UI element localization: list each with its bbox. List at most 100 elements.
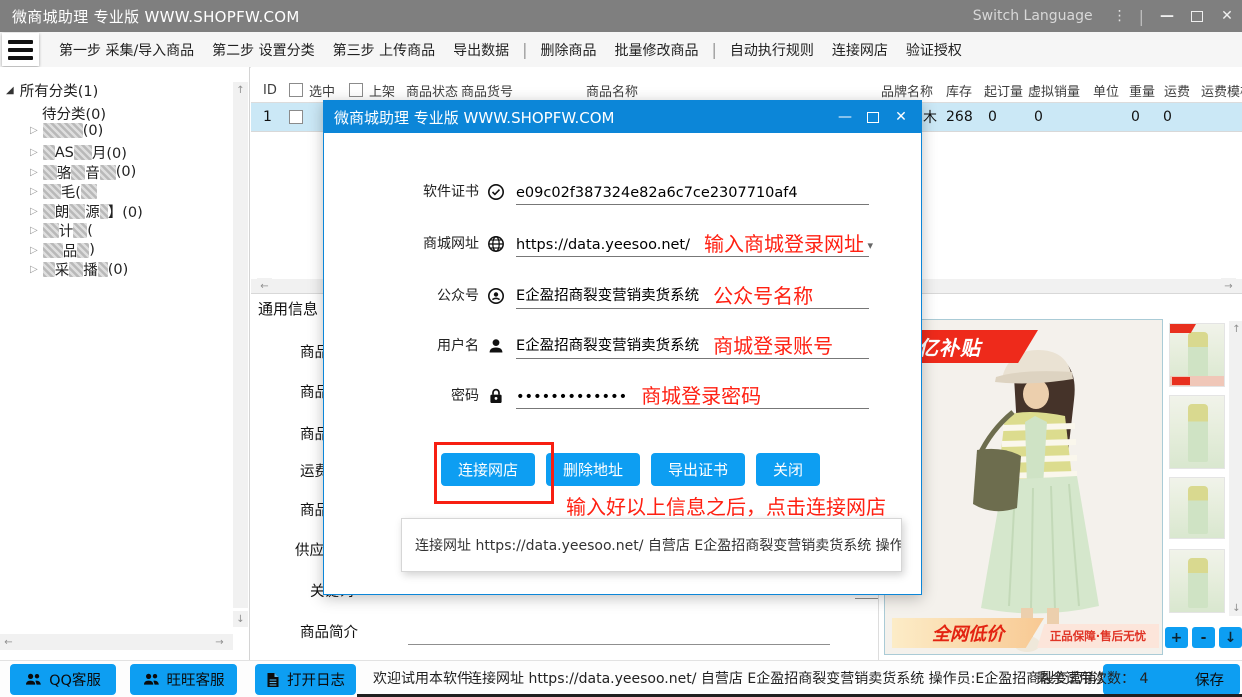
tree-item[interactable]: ▷(0) — [30, 123, 103, 139]
thumbs-scroll-down-icon[interactable]: ↓ — [1229, 600, 1242, 616]
tree-item[interactable]: 待分类(0) — [42, 103, 106, 124]
collapse-arrow-icon[interactable]: ▷ — [30, 186, 38, 197]
tree-item[interactable]: ▷计( — [30, 220, 93, 241]
dialog-titlebar[interactable]: 微商城助理 专业版 WWW.SHOPFW.COM — ✕ — [324, 101, 921, 133]
tree-item[interactable]: ▷AS月(0) — [30, 142, 127, 163]
menu-item[interactable]: 第一步 采集/导入商品 — [50, 40, 203, 60]
tree-scroll-right-icon[interactable]: → — [212, 634, 227, 650]
column-header[interactable]: 商品货号 — [461, 78, 513, 102]
column-header-label: 商品名称 — [586, 81, 638, 100]
dropdown-caret-icon[interactable]: ▾ — [867, 239, 873, 252]
menu-item[interactable]: 删除商品 — [531, 40, 605, 60]
maximize-button[interactable] — [1182, 0, 1212, 32]
menu-item[interactable]: 批量修改商品 — [605, 40, 707, 60]
column-header-label: 单位 — [1093, 81, 1119, 100]
thumbnail[interactable] — [1169, 549, 1225, 613]
tree-vscrollbar[interactable] — [233, 98, 248, 608]
lowest-price-label: 全网低价 — [932, 620, 1004, 646]
thumbnail[interactable] — [1169, 395, 1225, 469]
tree-hscrollbar[interactable] — [0, 634, 233, 650]
tree-item[interactable]: ▷朗源】(0) — [30, 201, 143, 222]
username-input[interactable]: E企盈招商裂变营销卖货系统商城登录账号 — [516, 332, 869, 359]
menu-item[interactable]: 第二步 设置分类 — [203, 40, 323, 60]
password-input[interactable]: •••••••••••••商城登录密码 — [516, 382, 869, 409]
thumbnail[interactable] — [1169, 323, 1225, 387]
tree-item-label: ( — [87, 223, 93, 239]
tree-item[interactable]: ▷采播(0) — [30, 259, 128, 280]
column-header[interactable]: 起订量 — [984, 78, 1023, 102]
tab-general-info[interactable]: 通用信息 — [258, 298, 318, 319]
export-certificate-button[interactable]: 导出证书 — [651, 453, 745, 486]
more-options-icon[interactable]: ⋮ — [1109, 8, 1131, 24]
tree-root-all-categories[interactable]: ◢ 所有分类(1) — [6, 80, 98, 101]
menu-item[interactable]: 导出数据 — [444, 40, 518, 60]
tree-item[interactable]: ▷品) — [30, 240, 95, 261]
column-header[interactable]: 重量 — [1129, 78, 1155, 102]
public-account-input[interactable]: E企盈招商裂变营销卖货系统公众号名称 — [516, 282, 869, 309]
collapse-arrow-icon[interactable]: ▷ — [30, 245, 38, 256]
column-header[interactable]: 品牌名称 — [881, 78, 933, 102]
header-checkbox[interactable] — [289, 83, 303, 97]
collapse-arrow-icon[interactable]: ▷ — [30, 225, 38, 236]
column-header[interactable]: 商品名称 — [586, 78, 638, 102]
open-log-button[interactable]: 打开日志 — [255, 664, 356, 695]
censored-text — [73, 223, 87, 238]
wangwang-service-button[interactable]: 旺旺客服 — [130, 664, 237, 695]
close-button[interactable]: ✕ — [1212, 0, 1242, 32]
column-header[interactable]: 运费 — [1164, 78, 1190, 102]
dialog-minimize-button[interactable]: — — [831, 101, 859, 133]
table-scroll-left-icon[interactable]: ← — [257, 278, 272, 294]
menu-item[interactable]: 验证授权 — [897, 40, 971, 60]
collapse-arrow-icon[interactable]: ▷ — [30, 206, 38, 217]
row-checkbox[interactable] — [289, 110, 303, 124]
dialog-maximize-button[interactable] — [859, 101, 887, 133]
menu-item[interactable]: 第三步 上传商品 — [324, 40, 444, 60]
column-header[interactable]: ID — [263, 78, 277, 102]
column-header[interactable]: 选中 — [289, 78, 335, 102]
add-image-button[interactable]: + — [1165, 627, 1188, 648]
table-cell: 268 — [946, 103, 973, 131]
column-header[interactable]: 上架 — [349, 78, 395, 102]
column-header[interactable]: 虚拟销量 — [1028, 78, 1080, 102]
tree-item-label: 播 — [83, 259, 98, 280]
tree-scroll-down-icon[interactable]: ↓ — [233, 611, 248, 627]
collapse-arrow-icon[interactable]: ▷ — [30, 264, 38, 275]
collapse-arrow-icon[interactable]: ▷ — [30, 125, 38, 136]
column-header[interactable]: 商品状态 — [406, 78, 458, 102]
dialog-close-button[interactable]: ✕ — [887, 101, 915, 133]
move-down-button[interactable]: ↓ — [1219, 627, 1242, 648]
mall-url-label: 商城网址 — [324, 233, 479, 253]
column-header[interactable]: 库存 — [946, 78, 972, 102]
table-cell: 0 — [988, 103, 997, 131]
expand-arrow-icon[interactable]: ◢ — [6, 85, 14, 96]
table-scroll-right-icon[interactable]: → — [1221, 278, 1236, 294]
tree-item[interactable]: ▷毛( — [30, 181, 97, 202]
header-checkbox[interactable] — [349, 83, 363, 97]
delete-address-button[interactable]: 删除地址 — [546, 453, 640, 486]
mall-url-input[interactable]: https://data.yeesoo.net/输入商城登录网址▾ — [516, 230, 869, 257]
menu-item[interactable]: 自动执行规则 — [721, 40, 823, 60]
product-main-image[interactable]: 宝百亿补贴 全网低价 正品保障·售后无忧 — [884, 319, 1163, 655]
product-image-panel: 宝百亿补贴 全网低价 正品保障·售后无忧 ↑ ↓ +-↓ — [878, 293, 1242, 660]
certificate-input[interactable]: e09c02f387324e82a6c7ce2307710af4 — [516, 178, 869, 205]
tree-scroll-left-icon[interactable]: ← — [1, 634, 16, 650]
remove-image-button[interactable]: - — [1192, 627, 1215, 648]
tree-item[interactable]: ▷骆音(0) — [30, 162, 136, 183]
thumbnail[interactable] — [1169, 477, 1225, 539]
censored-text — [81, 184, 97, 199]
column-header[interactable]: 运费模板 — [1201, 78, 1242, 102]
menu-item[interactable]: 连接网店 — [823, 40, 897, 60]
minimize-button[interactable]: — — [1152, 0, 1182, 32]
connection-status-text: 连接网址 https://data.yeesoo.net/ 自营店 E企盈招商裂… — [402, 535, 902, 555]
tree-scroll-up-icon[interactable]: ↑ — [233, 82, 248, 98]
collapse-arrow-icon[interactable]: ▷ — [30, 147, 38, 158]
switch-language-button[interactable]: Switch Language — [973, 8, 1093, 24]
thumbs-vscrollbar[interactable] — [1229, 337, 1242, 607]
lowest-price-ribbon: 全网低价 — [892, 618, 1044, 648]
thumbs-scroll-up-icon[interactable]: ↑ — [1229, 321, 1242, 337]
close-button[interactable]: 关闭 — [756, 453, 820, 486]
column-header[interactable]: 单位 — [1093, 78, 1119, 102]
hamburger-menu-icon[interactable] — [2, 33, 39, 66]
collapse-arrow-icon[interactable]: ▷ — [30, 167, 38, 178]
qq-service-button[interactable]: QQ客服 — [10, 664, 116, 695]
